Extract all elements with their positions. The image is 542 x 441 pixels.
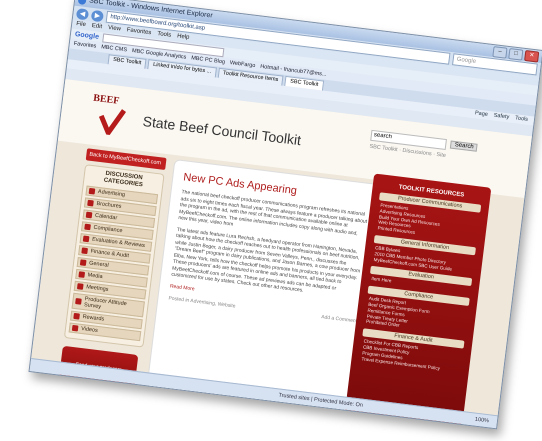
tools-menu[interactable]: Tools xyxy=(515,114,529,124)
ie-icon xyxy=(77,0,87,6)
page-menu[interactable]: Page xyxy=(474,109,488,120)
zoom-level[interactable]: 100% xyxy=(474,414,490,428)
bullet-icon xyxy=(85,211,93,219)
posted-in: Posted in Advertising, Website xyxy=(168,295,236,310)
site-search-button[interactable]: Search xyxy=(450,140,479,152)
back-arrow-icon[interactable]: ◀ xyxy=(75,7,90,20)
radio-site[interactable]: Site xyxy=(436,152,446,159)
safety-menu[interactable]: Safety xyxy=(493,112,510,123)
menu-edit[interactable]: Edit xyxy=(91,22,102,32)
bullet-icon xyxy=(87,199,94,207)
site-search: Search SBC Toolkit · Discussions · Site xyxy=(369,123,481,163)
forward-arrow-icon[interactable]: ▶ xyxy=(90,9,105,22)
minimize-button[interactable]: – xyxy=(492,46,508,59)
bullet-icon xyxy=(78,271,86,278)
bullet-icon xyxy=(79,259,87,267)
bullet-icon xyxy=(73,312,80,320)
close-button[interactable]: ✕ xyxy=(524,49,540,63)
browser-window: SBC Toolkit - Windows Internet Explorer … xyxy=(28,0,542,430)
checkmark-logo-icon xyxy=(98,109,127,137)
bullet-icon xyxy=(75,298,82,305)
radio-toolkit[interactable]: SBC Toolkit xyxy=(369,144,398,153)
categories-box: DISCUSSION CATEGORIES Advertising Brochu… xyxy=(63,164,165,348)
bullet-icon xyxy=(76,283,84,290)
add-comment-link[interactable]: Add a Comment xyxy=(321,314,358,324)
bullet-icon xyxy=(81,247,88,255)
bullet-icon xyxy=(84,223,91,231)
site-title: State Beef Council Toolkit xyxy=(141,112,302,149)
bullet-icon xyxy=(82,235,90,243)
bullet-icon xyxy=(88,187,96,195)
beef-logo: BEEF xyxy=(89,93,134,140)
web-page: BEEF State Beef Council Toolkit Search S… xyxy=(31,79,532,430)
maximize-button[interactable]: □ xyxy=(508,48,524,61)
radio-discussions[interactable]: Discussions xyxy=(402,148,432,158)
menu-file[interactable]: File xyxy=(76,20,87,30)
screenshot-stage: SBC Toolkit - Windows Internet Explorer … xyxy=(0,0,542,441)
bullet-icon xyxy=(71,324,79,332)
